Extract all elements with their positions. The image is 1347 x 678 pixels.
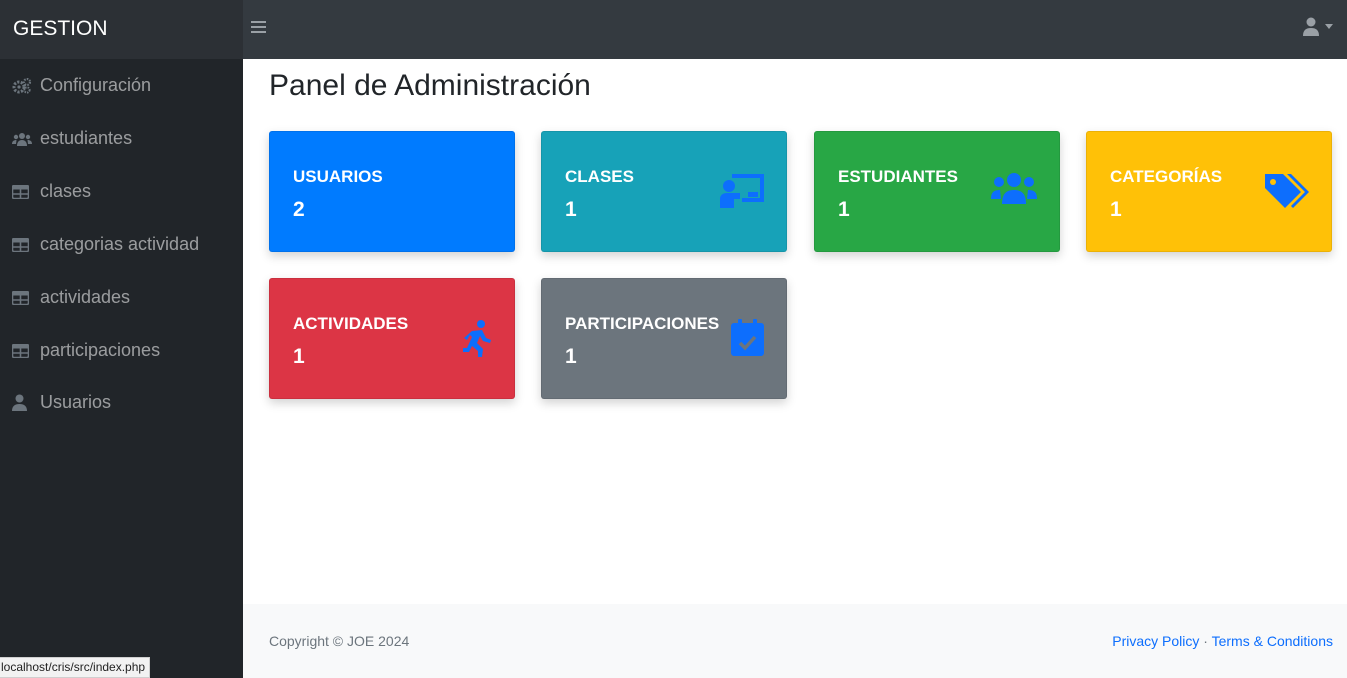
browser-status-url: localhost/cris/src/index.php [0, 657, 151, 678]
table-icon [12, 237, 32, 252]
card-count: 1 [1110, 198, 1122, 221]
card-label: CATEGORÍAS [1110, 167, 1223, 186]
card-count: 1 [838, 198, 850, 221]
card-estudiantes[interactable]: ESTUDIANTES 1 [814, 131, 1060, 252]
card-participaciones[interactable]: PARTICIPACIONES 1 [541, 278, 787, 399]
cogs-icon [12, 77, 32, 94]
table-icon [12, 290, 32, 305]
table-icon [12, 184, 32, 199]
card-label: CLASES [565, 167, 634, 186]
card-actividades[interactable]: ACTIVIDADES 1 [269, 278, 515, 399]
brand-logo[interactable]: GESTION [0, 0, 243, 59]
card-label: PARTICIPACIONES [565, 314, 720, 333]
page-title: Panel de Administración [269, 69, 591, 102]
sidebar-item-label: participaciones [40, 340, 161, 360]
sidebar-item-actividades[interactable]: actividades [0, 271, 243, 324]
sidebar-item-estudiantes[interactable]: estudiantes [0, 112, 243, 165]
card-label: ESTUDIANTES [838, 167, 958, 186]
card-label: USUARIOS [293, 167, 383, 186]
user-icon [12, 394, 32, 411]
sidebar-item-label: estudiantes [40, 128, 133, 148]
card-count: 1 [565, 198, 577, 221]
card-label: ACTIVIDADES [293, 314, 409, 333]
card-categorias[interactable]: CATEGORÍAS 1 [1086, 131, 1332, 252]
terms-conditions-link[interactable]: Terms & Conditions [1212, 633, 1333, 649]
users-icon [991, 173, 1037, 204]
user-icon [1303, 17, 1319, 36]
tags-icon [1265, 174, 1309, 208]
copyright-text: Copyright © JOE 2024 [269, 633, 410, 649]
sidebar-item-usuarios[interactable]: Usuarios [0, 376, 243, 429]
sidebar-item-label: Configuración [40, 75, 152, 95]
sidebar-item-configuracion[interactable]: Configuración [0, 59, 243, 112]
chalkboard-teacher-icon [720, 174, 764, 208]
top-navbar: GESTION [0, 0, 1347, 59]
table-icon [12, 343, 32, 358]
users-icon [12, 132, 32, 146]
sidebar: Configuración estudiantes clases categor… [0, 59, 243, 678]
card-count: 1 [293, 345, 305, 368]
footer-separator: · [1203, 633, 1208, 649]
sidebar-item-label: clases [40, 181, 92, 201]
running-icon [463, 320, 491, 357]
privacy-policy-link[interactable]: Privacy Policy [1112, 633, 1199, 649]
main-content: Panel de Administración USUARIOS 2 CLASE… [243, 59, 1347, 678]
card-usuarios[interactable]: USUARIOS 2 [269, 131, 515, 252]
calendar-check-icon [731, 319, 764, 356]
sidebar-item-label: actividades [40, 287, 131, 307]
user-dropdown[interactable] [1303, 17, 1333, 36]
sidebar-item-participaciones[interactable]: participaciones [0, 324, 243, 377]
footer-links: Privacy Policy · Terms & Conditions [1112, 633, 1333, 649]
sidebar-item-label: categorias actividad [40, 234, 200, 254]
sidebar-item-categorias-actividad[interactable]: categorias actividad [0, 218, 243, 271]
sidebar-item-clases[interactable]: clases [0, 165, 243, 218]
card-clases[interactable]: CLASES 1 [541, 131, 787, 252]
sidebar-item-label: Usuarios [40, 392, 112, 412]
footer: Copyright © JOE 2024 Privacy Policy · Te… [243, 604, 1347, 678]
sidebar-toggle-icon[interactable] [251, 21, 266, 35]
card-count: 2 [293, 198, 305, 221]
caret-down-icon [1325, 24, 1333, 29]
card-count: 1 [565, 345, 577, 368]
